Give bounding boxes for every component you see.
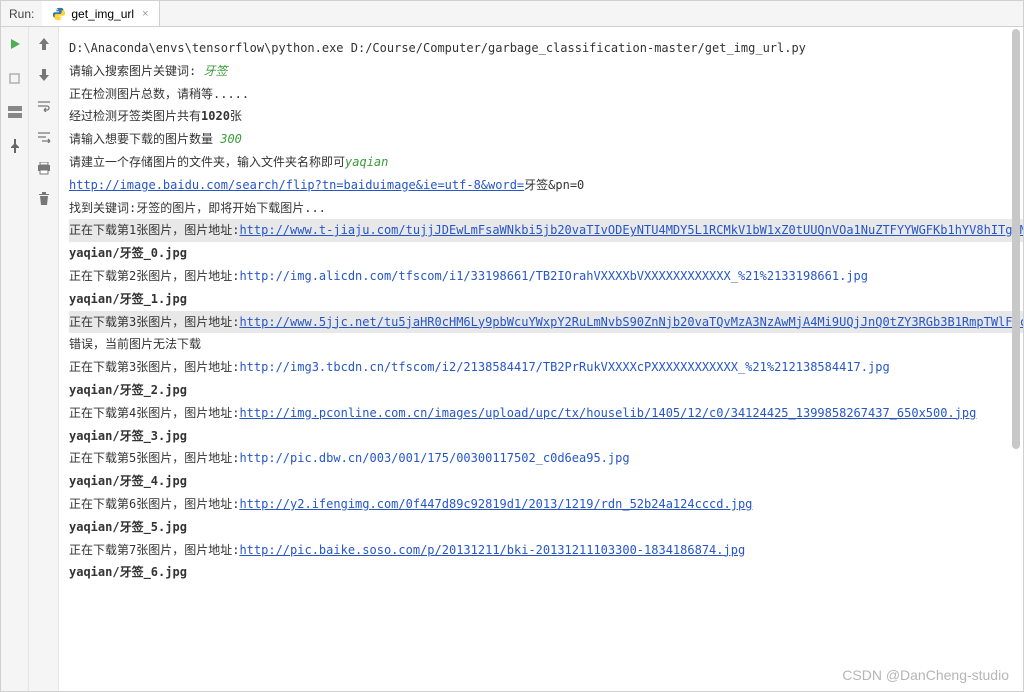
file-2: yaqian/牙签_2.jpg <box>69 379 1023 402</box>
download-7-url[interactable]: http://pic.baike.soso.com/p/20131211/bki… <box>239 543 745 557</box>
body: D:\Anaconda\envs\tensorflow\python.exe D… <box>1 27 1023 691</box>
download-3a-url[interactable]: http://www.5jjc.net/tu5jaHR0cHM6Ly9pbWcu… <box>239 315 1023 329</box>
search-url[interactable]: http://image.baidu.com/search/flip?tn=ba… <box>69 178 524 192</box>
layout-icon[interactable] <box>6 103 24 121</box>
pin-icon[interactable] <box>6 137 24 155</box>
detected-msg: 经过检测牙签类图片共有1020张 <box>69 105 1023 128</box>
print-icon[interactable] <box>35 159 53 177</box>
file-3: yaqian/牙签_3.jpg <box>69 425 1023 448</box>
up-icon[interactable] <box>35 35 53 53</box>
download-4-url[interactable]: http://img.pconline.com.cn/images/upload… <box>239 406 976 420</box>
download-3b-url[interactable]: http://img3.tbcdn.cn/tfscom/i2/213858441… <box>239 360 889 374</box>
watermark: CSDN @DanCheng-studio <box>842 667 1009 683</box>
search-url-line: http://image.baidu.com/search/flip?tn=ba… <box>69 174 1023 197</box>
run-tab[interactable]: get_img_url × <box>42 1 159 26</box>
download-4: 正在下载第4张图片，图片地址:http://img.pconline.com.c… <box>69 402 1023 425</box>
prompt-keyword: 请输入搜索图片关键词: 牙签 <box>69 60 1023 83</box>
download-5-url[interactable]: http://pic.dbw.cn/003/001/175/0030011750… <box>239 451 629 465</box>
download-2-url[interactable]: http://img.alicdn.com/tfscom/i1/33198661… <box>239 269 868 283</box>
detecting-msg: 正在检测图片总数，请稍等..... <box>69 83 1023 106</box>
run-label: Run: <box>1 7 42 21</box>
prompt-count: 请输入想要下载的图片数量 300 <box>69 128 1023 151</box>
play-icon[interactable] <box>6 35 24 53</box>
file-4: yaqian/牙签_4.jpg <box>69 470 1023 493</box>
tab-title: get_img_url <box>71 7 134 21</box>
python-icon <box>52 7 66 21</box>
file-6: yaqian/牙签_6.jpg <box>69 561 1023 584</box>
download-6: 正在下载第6张图片，图片地址:http://y2.ifengimg.com/0f… <box>69 493 1023 516</box>
trash-icon[interactable] <box>35 190 53 208</box>
prompt-folder: 请建立一个存储图片的文件夹，输入文件夹名称即可yaqian <box>69 151 1023 174</box>
console-output[interactable]: D:\Anaconda\envs\tensorflow\python.exe D… <box>59 27 1023 691</box>
exec-command: D:\Anaconda\envs\tensorflow\python.exe D… <box>69 37 1023 60</box>
down-icon[interactable] <box>35 66 53 84</box>
download-2: 正在下载第2张图片，图片地址:http://img.alicdn.com/tfs… <box>69 265 1023 288</box>
download-3a: 正在下载第3张图片，图片地址:http://www.5jjc.net/tu5ja… <box>69 311 1023 334</box>
export-icon[interactable] <box>35 128 53 146</box>
stop-icon[interactable] <box>6 69 24 87</box>
tab-close-icon[interactable]: × <box>142 8 148 20</box>
download-6-url[interactable]: http://y2.ifengimg.com/0f447d89c92819d1/… <box>239 497 752 511</box>
file-5: yaqian/牙签_5.jpg <box>69 516 1023 539</box>
found-msg: 找到关键词:牙签的图片，即将开始下载图片... <box>69 197 1023 220</box>
download-1-url[interactable]: http://www.t-jiaju.com/tujjJDEwLmFsaWNkb… <box>239 223 1023 237</box>
scrollbar[interactable] <box>1011 29 1021 689</box>
download-3b: 正在下载第3张图片，图片地址:http://img3.tbcdn.cn/tfsc… <box>69 356 1023 379</box>
download-5: 正在下载第5张图片，图片地址:http://pic.dbw.cn/003/001… <box>69 447 1023 470</box>
scrollbar-thumb[interactable] <box>1012 29 1020 449</box>
wrap-icon[interactable] <box>35 97 53 115</box>
download-7: 正在下载第7张图片，图片地址:http://pic.baike.soso.com… <box>69 539 1023 562</box>
left-toolbar <box>1 27 29 691</box>
file-1: yaqian/牙签_1.jpg <box>69 288 1023 311</box>
error-msg: 错误，当前图片无法下载 <box>69 333 1023 356</box>
run-header: Run: get_img_url × <box>1 1 1023 27</box>
download-1: 正在下载第1张图片，图片地址:http://www.t-jiaju.com/tu… <box>69 219 1023 242</box>
console-toolbar <box>29 27 59 691</box>
file-0: yaqian/牙签_0.jpg <box>69 242 1023 265</box>
